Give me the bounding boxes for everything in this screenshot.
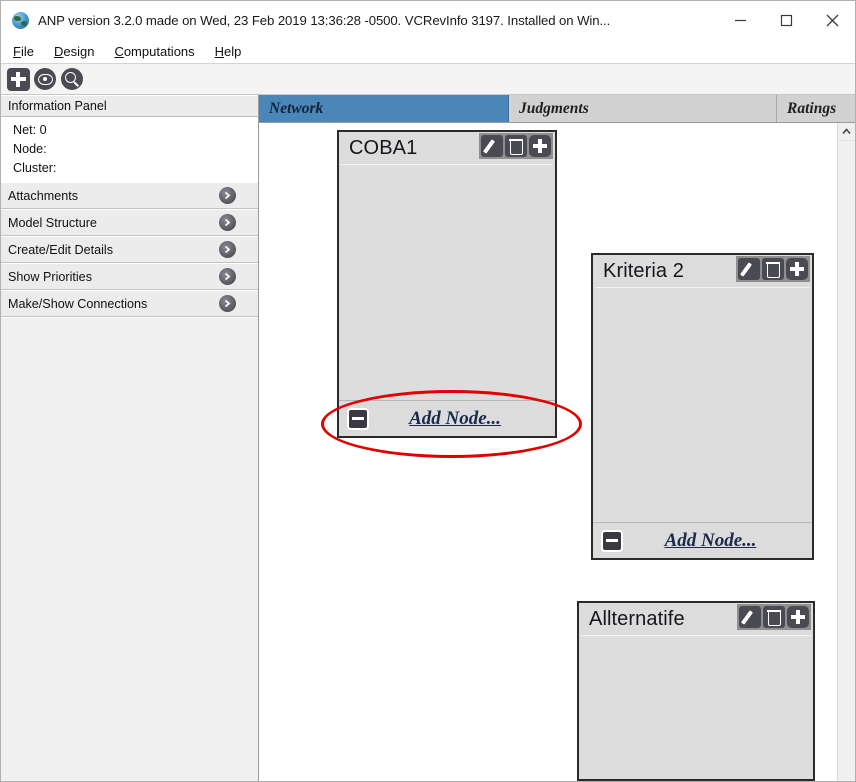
cluster-header-icons	[737, 604, 811, 630]
view-toolbar-button[interactable]	[33, 67, 57, 91]
maximize-icon[interactable]	[763, 3, 809, 37]
chevron-up-icon[interactable]	[838, 123, 855, 141]
chevron-right-icon	[219, 295, 236, 312]
chevron-right-icon	[219, 214, 236, 231]
canvas-wrapper: COBA1 Add Node... Kriteria 2 Add Node...…	[259, 123, 855, 781]
menu-bar: File Design Computations Help	[1, 39, 855, 63]
add-node-toolbar-button[interactable]	[6, 67, 30, 91]
information-panel-values: Net: 0 Node: Cluster:	[1, 117, 258, 182]
cluster-node-list[interactable]	[581, 635, 811, 779]
tab-judgments[interactable]: Judgments	[509, 95, 777, 122]
information-panel-sidebar: Information Panel Net: 0 Node: Cluster: …	[1, 95, 259, 781]
cluster-footer: Add Node...	[339, 400, 555, 436]
sidebar-item-label: Attachments	[8, 188, 78, 203]
minimize-icon[interactable]	[717, 3, 763, 37]
information-panel-header: Information Panel	[1, 95, 258, 117]
cluster-allternatife[interactable]: Allternatife	[577, 601, 815, 781]
chevron-right-icon	[219, 268, 236, 285]
minus-icon[interactable]	[601, 529, 623, 552]
menu-accelerator: F	[13, 43, 21, 59]
plus-icon[interactable]	[786, 258, 808, 280]
title-bar: ANP version 3.2.0 made on Wed, 23 Feb 20…	[1, 1, 855, 39]
sidebar-item-label: Show Priorities	[8, 269, 92, 284]
add-node-link[interactable]: Add Node...	[369, 408, 555, 430]
sidebar-item-label: Make/Show Connections	[8, 296, 148, 311]
close-icon[interactable]	[809, 3, 855, 37]
canvas-vertical-scrollbar[interactable]	[837, 123, 855, 781]
info-cluster: Cluster:	[13, 161, 57, 175]
trash-icon[interactable]	[763, 606, 785, 628]
window-controls	[717, 1, 855, 39]
cluster-node-list[interactable]	[595, 287, 810, 522]
eye-icon	[34, 68, 56, 90]
plus-icon	[6, 67, 30, 91]
tab-network[interactable]: Network	[259, 95, 509, 122]
sidebar-empty-area	[1, 317, 258, 781]
sidebar-item-show-priorities[interactable]: Show Priorities	[1, 263, 258, 290]
globe-icon	[12, 11, 29, 29]
menu-label: omputations	[123, 43, 195, 59]
application-window: ANP version 3.2.0 made on Wed, 23 Feb 20…	[0, 0, 856, 782]
cluster-title: Kriteria 2	[603, 259, 685, 282]
pencil-icon[interactable]	[739, 606, 761, 628]
sidebar-item-label: Create/Edit Details	[8, 242, 113, 257]
cluster-kriteria-2[interactable]: Kriteria 2 Add Node...	[591, 253, 814, 560]
cluster-header-icons	[479, 133, 553, 159]
cluster-footer: Add Node...	[593, 522, 812, 558]
main-area: Network Judgments Ratings COBA1 Add Node…	[259, 95, 855, 781]
window-title: ANP version 3.2.0 made on Wed, 23 Feb 20…	[38, 12, 611, 28]
info-net: Net: 0	[13, 123, 47, 137]
sidebar-item-create-edit-details[interactable]: Create/Edit Details	[1, 236, 258, 263]
sidebar-item-model-structure[interactable]: Model Structure	[1, 209, 258, 236]
menu-label: ile	[20, 43, 34, 59]
tab-strip: Network Judgments Ratings	[259, 95, 855, 123]
chevron-right-icon	[219, 241, 236, 258]
menu-item-help[interactable]: Help	[215, 44, 242, 59]
plus-icon[interactable]	[787, 606, 809, 628]
cluster-header: Allternatife	[579, 603, 813, 635]
menu-item-file[interactable]: File	[13, 44, 34, 59]
minus-icon[interactable]	[347, 407, 369, 430]
info-node: Node:	[13, 142, 47, 156]
cluster-title: COBA1	[349, 136, 418, 159]
menu-accelerator: D	[53, 43, 64, 59]
pencil-icon[interactable]	[481, 135, 503, 157]
sidebar-item-attachments[interactable]: Attachments	[1, 182, 258, 209]
cluster-header: Kriteria 2	[593, 255, 812, 287]
chevron-right-icon	[219, 187, 236, 204]
toolbar	[1, 63, 855, 95]
zoom-toolbar-button[interactable]	[60, 67, 84, 91]
trash-icon[interactable]	[762, 258, 784, 280]
scrollbar-track[interactable]	[838, 141, 855, 781]
menu-label: esign	[63, 43, 95, 59]
cluster-header-icons	[736, 256, 810, 282]
cluster-title: Allternatife	[589, 607, 685, 630]
network-canvas[interactable]: COBA1 Add Node... Kriteria 2 Add Node...…	[259, 123, 837, 781]
menu-item-computations[interactable]: Computations	[114, 44, 194, 59]
trash-icon[interactable]	[505, 135, 527, 157]
cluster-node-list[interactable]	[341, 164, 553, 400]
sidebar-item-label: Model Structure	[8, 215, 97, 230]
sidebar-item-make-show-connections[interactable]: Make/Show Connections	[1, 290, 258, 317]
menu-item-design[interactable]: Design	[54, 44, 94, 59]
add-node-link[interactable]: Add Node...	[623, 530, 812, 552]
magnifier-icon	[61, 68, 83, 90]
pencil-icon[interactable]	[738, 258, 760, 280]
cluster-header: COBA1	[339, 132, 555, 164]
window-body: Information Panel Net: 0 Node: Cluster: …	[1, 95, 855, 781]
menu-accelerator: C	[114, 43, 124, 59]
cluster-coba1[interactable]: COBA1 Add Node...	[337, 130, 557, 438]
plus-icon[interactable]	[529, 135, 551, 157]
tab-ratings[interactable]: Ratings	[777, 95, 855, 122]
menu-accelerator: H	[214, 43, 225, 59]
menu-label: elp	[224, 43, 242, 59]
